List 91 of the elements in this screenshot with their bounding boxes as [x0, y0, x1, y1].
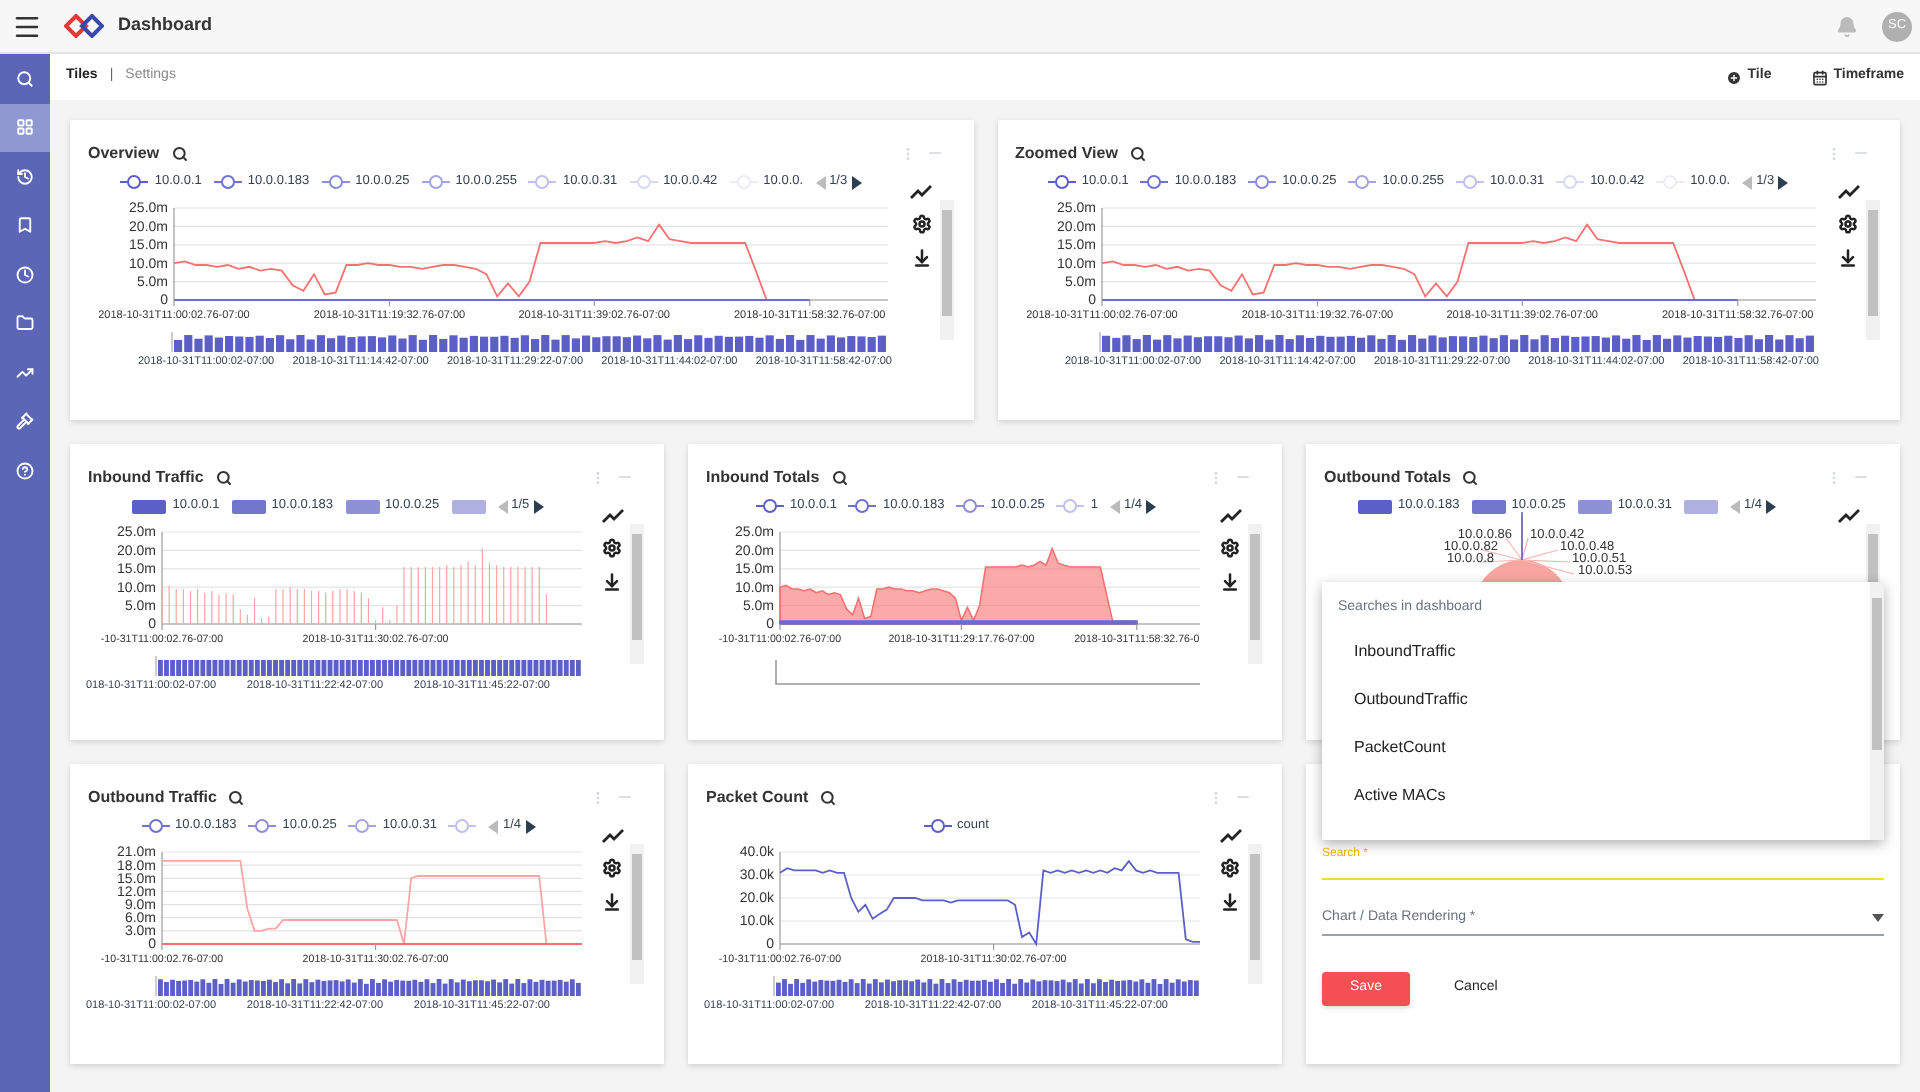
- tile-title: Zoomed View: [1015, 141, 1118, 165]
- line-chart-icon[interactable]: [1219, 828, 1241, 844]
- line-chart-icon[interactable]: [910, 184, 932, 200]
- legend-marker-icon[interactable]: [528, 174, 557, 190]
- legend-marker-icon[interactable]: [321, 174, 350, 190]
- mini-bar-chart-drawing[interactable]: [772, 976, 1200, 998]
- legend-marker-icon[interactable]: [421, 174, 450, 190]
- line-chart-icon[interactable]: [1219, 508, 1241, 524]
- line-chart-icon[interactable]: [1837, 184, 1859, 200]
- search-icon[interactable]: [820, 789, 837, 805]
- legend-marker-icon[interactable]: [1348, 174, 1377, 190]
- scrollbar[interactable]: [1248, 524, 1262, 664]
- dropdown-item[interactable]: OutboundTraffic: [1322, 675, 1870, 723]
- calendar-icon: [1811, 69, 1828, 85]
- search-icon[interactable]: [1462, 469, 1479, 485]
- mini-bar-chart-drawing[interactable]: [170, 332, 888, 354]
- tile-title: Inbound Totals: [706, 465, 820, 489]
- search-icon[interactable]: [831, 469, 848, 485]
- legend-swatch[interactable]: [132, 499, 167, 513]
- download-icon[interactable]: [602, 572, 622, 592]
- legend-marker-icon[interactable]: [348, 818, 377, 834]
- legend-marker-icon[interactable]: [848, 498, 877, 514]
- page-title: Dashboard: [118, 12, 213, 39]
- scrollbar[interactable]: [630, 844, 644, 984]
- tile-title: Inbound Traffic: [88, 465, 204, 489]
- dropdown-item[interactable]: PacketCount: [1322, 723, 1870, 771]
- legend-swatch[interactable]: [345, 499, 380, 513]
- mini-bar-chart-drawing[interactable]: [1097, 332, 1815, 354]
- next-page-icon[interactable]: [533, 499, 544, 513]
- tile-title: Outbound Totals: [1324, 465, 1451, 489]
- next-page-icon[interactable]: [851, 175, 862, 189]
- search-icon[interactable]: [215, 469, 232, 485]
- dropdown-item[interactable]: InboundTraffic: [1322, 627, 1870, 675]
- legend-swatch[interactable]: [1683, 499, 1718, 513]
- legend-swatch[interactable]: [1358, 499, 1392, 513]
- legend-swatch[interactable]: [1577, 499, 1612, 513]
- tile-title: Packet Count: [706, 785, 809, 809]
- legend-marker-icon[interactable]: [141, 818, 169, 834]
- legend-swatch[interactable]: [451, 499, 486, 513]
- settings-icon[interactable]: [602, 538, 622, 558]
- search-icon[interactable]: [228, 789, 245, 805]
- legend-marker-icon[interactable]: [1455, 174, 1484, 190]
- line-chart-icon[interactable]: [1837, 508, 1859, 524]
- download-icon[interactable]: [911, 248, 931, 268]
- settings-icon[interactable]: [911, 214, 931, 234]
- search-icon[interactable]: [171, 145, 188, 161]
- legend-marker-icon[interactable]: [1556, 174, 1585, 190]
- logo-icon: [64, 14, 104, 38]
- add-icon: [1725, 69, 1742, 85]
- scrollbar[interactable]: [1248, 844, 1262, 984]
- scrollbar[interactable]: [939, 200, 953, 340]
- line-chart-icon[interactable]: [601, 828, 623, 844]
- search-icon[interactable]: [1129, 145, 1146, 161]
- mini-bar-chart-drawing[interactable]: [154, 656, 582, 678]
- legend-marker-icon[interactable]: [448, 818, 477, 834]
- legend-marker-icon[interactable]: [956, 498, 985, 514]
- legend-marker-icon[interactable]: [755, 498, 784, 514]
- menu-icon[interactable]: [12, 11, 42, 41]
- line-chart-icon[interactable]: [601, 508, 623, 524]
- download-icon[interactable]: [1220, 892, 1240, 912]
- settings-icon[interactable]: [1838, 214, 1858, 234]
- legend-marker-icon[interactable]: [1047, 174, 1076, 190]
- legend-marker-icon[interactable]: [213, 174, 242, 190]
- legend-swatch[interactable]: [231, 499, 266, 513]
- download-icon[interactable]: [602, 892, 622, 912]
- scrollbar[interactable]: [630, 524, 644, 664]
- next-page-icon[interactable]: [1766, 499, 1776, 513]
- settings-icon[interactable]: [1220, 858, 1240, 878]
- legend-marker-icon[interactable]: [629, 174, 658, 190]
- legend-swatch[interactable]: [1471, 499, 1506, 513]
- settings-icon[interactable]: [1220, 538, 1240, 558]
- caret-icon: [1872, 914, 1884, 923]
- legend-marker-icon[interactable]: [1248, 174, 1277, 190]
- settings-icon[interactable]: [602, 858, 622, 878]
- scrollbar[interactable]: [1870, 582, 1884, 840]
- legend-marker-icon[interactable]: [1056, 498, 1085, 514]
- next-page-icon[interactable]: [1778, 175, 1789, 189]
- legend-marker-icon[interactable]: [1140, 174, 1169, 190]
- download-icon[interactable]: [1220, 572, 1240, 592]
- legend-marker-icon[interactable]: [248, 818, 277, 834]
- scrollbar[interactable]: [1866, 200, 1880, 340]
- download-icon[interactable]: [1838, 248, 1858, 268]
- tile-title: Outbound Traffic: [88, 785, 217, 809]
- next-page-icon[interactable]: [1146, 499, 1156, 513]
- dropdown-item[interactable]: Active MACs: [1322, 771, 1870, 819]
- next-page-icon[interactable]: [525, 819, 535, 833]
- legend-marker-icon[interactable]: [923, 818, 952, 834]
- tile-title: Overview: [88, 141, 160, 165]
- sidebar-grid-icon[interactable]: [0, 103, 50, 152]
- mini-bar-chart-drawing[interactable]: [154, 976, 582, 998]
- legend-marker-icon[interactable]: [120, 174, 149, 190]
